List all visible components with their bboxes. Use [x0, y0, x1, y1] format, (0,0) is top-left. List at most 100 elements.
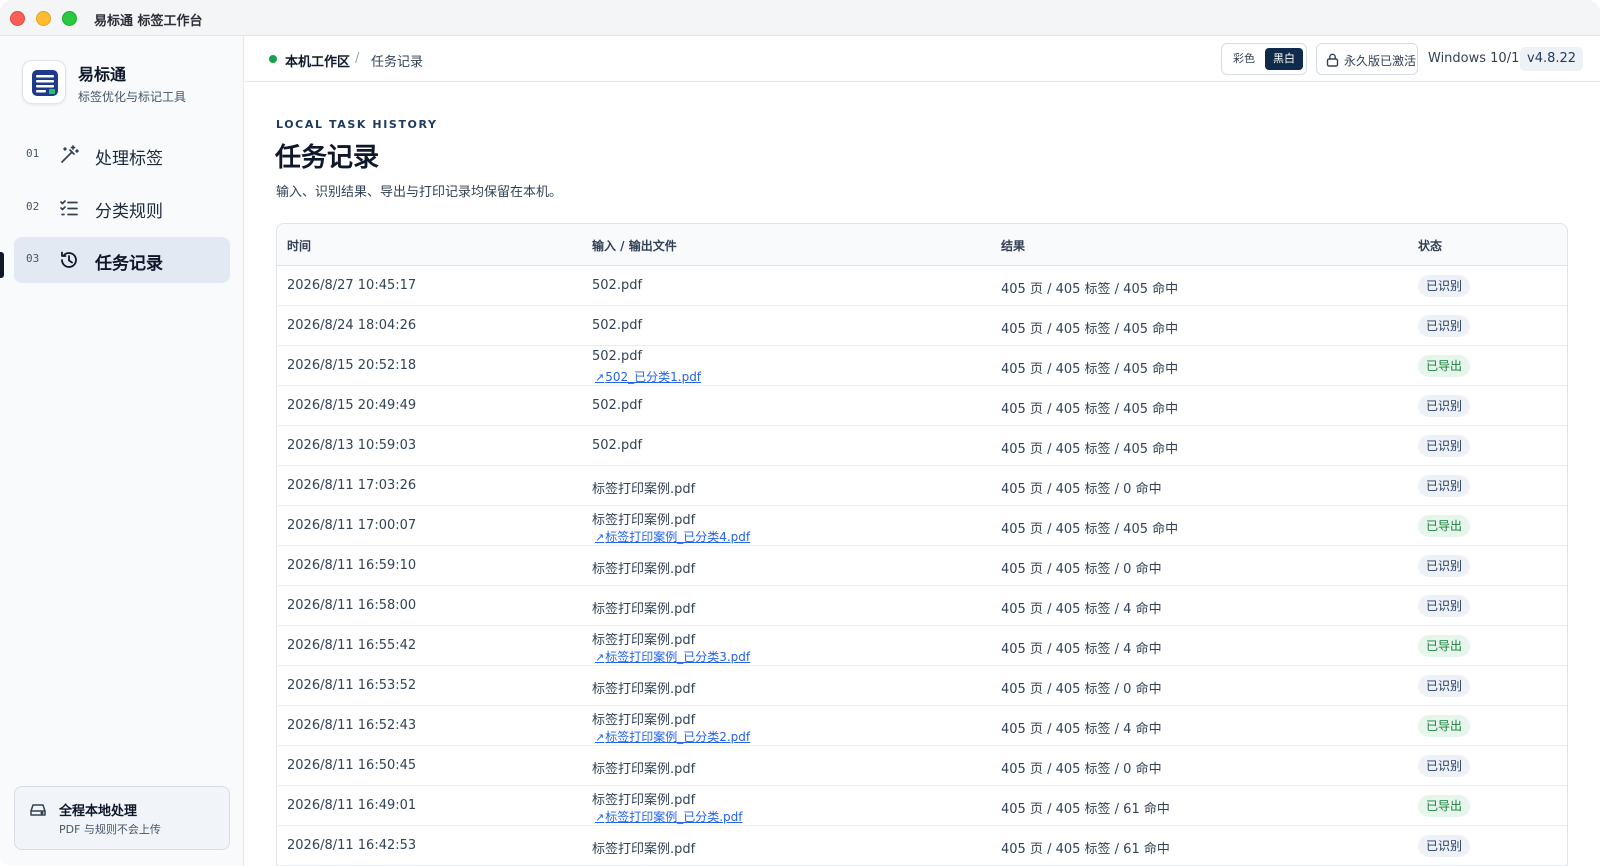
- task-result: 405 页 / 405 标签 / 0 命中: [1001, 482, 1162, 497]
- table-row[interactable]: 2026/8/24 18:04:26 502.pdf 405 页 / 405 标签 …: [277, 306, 1567, 346]
- status-badge: 已识别: [1418, 475, 1471, 497]
- task-result: 405 页 / 405 标签 / 405 命中: [1001, 442, 1179, 457]
- table-row[interactable]: 2026/8/11 17:00:07 标签打印案例.pdf ↗标签打印案例_已分类4…: [277, 506, 1567, 546]
- task-result: 405 页 / 405 标签 / 405 命中: [1001, 402, 1179, 417]
- local-card-subtitle: PDF 与规则不会上传: [59, 823, 161, 836]
- task-result: 405 页 / 405 标签 / 405 命中: [1001, 522, 1179, 537]
- status-badge: 已识别: [1418, 275, 1471, 297]
- input-file: 标签打印案例.pdf: [592, 682, 696, 697]
- task-time: 2026/8/11 17:00:07: [287, 518, 417, 533]
- output-file-link[interactable]: ↗标签打印案例_已分类4.pdf: [595, 528, 750, 545]
- mode-color-button[interactable]: 彩色: [1227, 48, 1261, 70]
- table-row[interactable]: 2026/8/11 16:52:43 标签打印案例.pdf ↗标签打印案例_已分类2…: [277, 706, 1567, 746]
- column-header-status: 状态: [1418, 239, 1443, 253]
- nav-number: 01: [26, 147, 40, 160]
- output-file-name: 标签打印案例_已分类3.pdf: [605, 650, 751, 664]
- output-file-link[interactable]: ↗标签打印案例_已分类.pdf: [595, 808, 743, 825]
- table-row[interactable]: 2026/8/11 16:59:10 标签打印案例.pdf 405 页 / 405 …: [277, 546, 1567, 586]
- task-result: 405 页 / 405 标签 / 0 命中: [1001, 562, 1162, 577]
- table-row[interactable]: 2026/8/11 16:50:45 标签打印案例.pdf 405 页 / 405 …: [277, 746, 1567, 786]
- brand-subtitle: 标签优化与标记工具: [78, 90, 187, 104]
- output-file-link[interactable]: ↗502_已分类1.pdf: [595, 368, 701, 385]
- sidebar-item-category-rules[interactable]: 02 分类规则: [14, 185, 230, 231]
- column-header-time: 时间: [287, 239, 312, 253]
- input-file: 502.pdf: [592, 398, 643, 413]
- close-window-button[interactable]: [10, 11, 25, 26]
- status-badge: 已识别: [1418, 675, 1471, 697]
- license-button[interactable]: 永久版已激活: [1316, 43, 1418, 75]
- task-time: 2026/8/11 16:59:10: [287, 558, 417, 573]
- task-time: 2026/8/11 16:42:53: [287, 838, 417, 853]
- version-badge: v4.8.22: [1520, 47, 1584, 71]
- breadcrumb-separator: /: [355, 51, 360, 66]
- input-file: 标签打印案例.pdf: [592, 842, 696, 857]
- input-file: 标签打印案例.pdf: [592, 713, 696, 728]
- output-file-name: 标签打印案例_已分类.pdf: [605, 810, 743, 824]
- task-result: 405 页 / 405 标签 / 405 命中: [1001, 322, 1179, 337]
- task-time: 2026/8/11 16:49:01: [287, 798, 417, 813]
- input-file: 标签打印案例.pdf: [592, 793, 696, 808]
- output-file-name: 502_已分类1.pdf: [605, 370, 702, 384]
- window-title: 易标通 标签工作台: [94, 14, 203, 29]
- output-file-link[interactable]: ↗标签打印案例_已分类3.pdf: [595, 648, 750, 665]
- page-title: 任务记录: [275, 143, 380, 173]
- local-processing-card: 全程本地处理 PDF 与规则不会上传: [14, 786, 230, 850]
- local-card-title: 全程本地处理: [59, 804, 138, 819]
- mode-bw-button[interactable]: 黑白: [1265, 48, 1303, 70]
- history-icon: [58, 249, 80, 271]
- print-mode-toggle: 彩色 黑白: [1221, 43, 1307, 75]
- maximize-window-button[interactable]: [62, 11, 77, 26]
- status-dot-icon: [269, 55, 277, 63]
- status-badge: 已识别: [1418, 395, 1471, 417]
- task-time: 2026/8/11 17:03:26: [287, 478, 417, 493]
- active-nav-indicator: [0, 252, 4, 278]
- table-row[interactable]: 2026/8/11 16:49:01 标签打印案例.pdf ↗标签打印案例_已分类.…: [277, 786, 1567, 826]
- table-row[interactable]: 2026/8/15 20:52:18 502.pdf ↗502_已分类1.pdf 40…: [277, 346, 1567, 386]
- app-window: 易标通 标签工作台 易标通 标签优化与标记工具 01 处理标签 02 分类规则 …: [0, 0, 1600, 866]
- status-badge: 已识别: [1418, 435, 1471, 457]
- external-link-icon: ↗: [595, 731, 605, 744]
- status-badge: 已识别: [1418, 835, 1471, 857]
- input-file: 标签打印案例.pdf: [592, 562, 696, 577]
- output-file-link[interactable]: ↗标签打印案例_已分类2.pdf: [595, 728, 750, 745]
- input-file: 502.pdf: [592, 349, 643, 364]
- input-file: 502.pdf: [592, 438, 643, 453]
- status-badge: 已识别: [1418, 595, 1471, 617]
- table-row[interactable]: 2026/8/11 16:42:53 标签打印案例.pdf 405 页 / 405 …: [277, 826, 1567, 866]
- task-time: 2026/8/11 16:50:45: [287, 758, 417, 773]
- magic-wand-icon: [58, 144, 80, 166]
- os-label: Windows 10/11: [1428, 51, 1528, 66]
- table-row[interactable]: 2026/8/27 10:45:17 502.pdf 405 页 / 405 标签 …: [277, 266, 1567, 306]
- status-badge: 已导出: [1418, 515, 1471, 537]
- lock-icon: [1326, 53, 1339, 67]
- task-time: 2026/8/13 10:59:03: [287, 438, 417, 453]
- header-bar: 本机工作区 / 任务记录 彩色 黑白 永久版已激活 Windows 10/11 …: [245, 36, 1600, 82]
- task-result: 405 页 / 405 标签 / 0 命中: [1001, 682, 1162, 697]
- breadcrumb-workspace[interactable]: 本机工作区: [285, 51, 350, 70]
- input-file: 502.pdf: [592, 318, 643, 333]
- task-result: 405 页 / 405 标签 / 61 命中: [1001, 842, 1170, 857]
- minimize-window-button[interactable]: [36, 11, 51, 26]
- page-eyebrow: LOCAL TASK HISTORY: [276, 118, 438, 131]
- external-link-icon: ↗: [595, 371, 605, 384]
- table-row[interactable]: 2026/8/11 16:55:42 标签打印案例.pdf ↗标签打印案例_已分类3…: [277, 626, 1567, 666]
- sidebar-item-process-labels[interactable]: 01 处理标签: [14, 132, 230, 178]
- table-row[interactable]: 2026/8/11 16:58:00 标签打印案例.pdf 405 页 / 405 …: [277, 586, 1567, 626]
- table-row[interactable]: 2026/8/11 17:03:26 标签打印案例.pdf 405 页 / 405 …: [277, 466, 1567, 506]
- table-row[interactable]: 2026/8/15 20:49:49 502.pdf 405 页 / 405 标签 …: [277, 386, 1567, 426]
- input-file: 标签打印案例.pdf: [592, 762, 696, 777]
- task-result: 405 页 / 405 标签 / 405 命中: [1001, 362, 1179, 377]
- sidebar-item-task-history[interactable]: 03 任务记录: [14, 237, 230, 283]
- table-header: 时间 输入 / 输出文件 结果 状态: [277, 224, 1567, 266]
- app-logo-icon: [22, 60, 66, 104]
- input-file: 标签打印案例.pdf: [592, 633, 696, 648]
- status-badge: 已导出: [1418, 355, 1471, 377]
- checklist-icon: [58, 197, 80, 219]
- nav-label: 处理标签: [95, 149, 163, 169]
- table-row[interactable]: 2026/8/13 10:59:03 502.pdf 405 页 / 405 标签 …: [277, 426, 1567, 466]
- task-time: 2026/8/24 18:04:26: [287, 318, 417, 333]
- table-row[interactable]: 2026/8/11 16:53:52 标签打印案例.pdf 405 页 / 405 …: [277, 666, 1567, 706]
- task-result: 405 页 / 405 标签 / 61 命中: [1001, 802, 1170, 817]
- status-badge: 已识别: [1418, 755, 1471, 777]
- input-file: 标签打印案例.pdf: [592, 513, 696, 528]
